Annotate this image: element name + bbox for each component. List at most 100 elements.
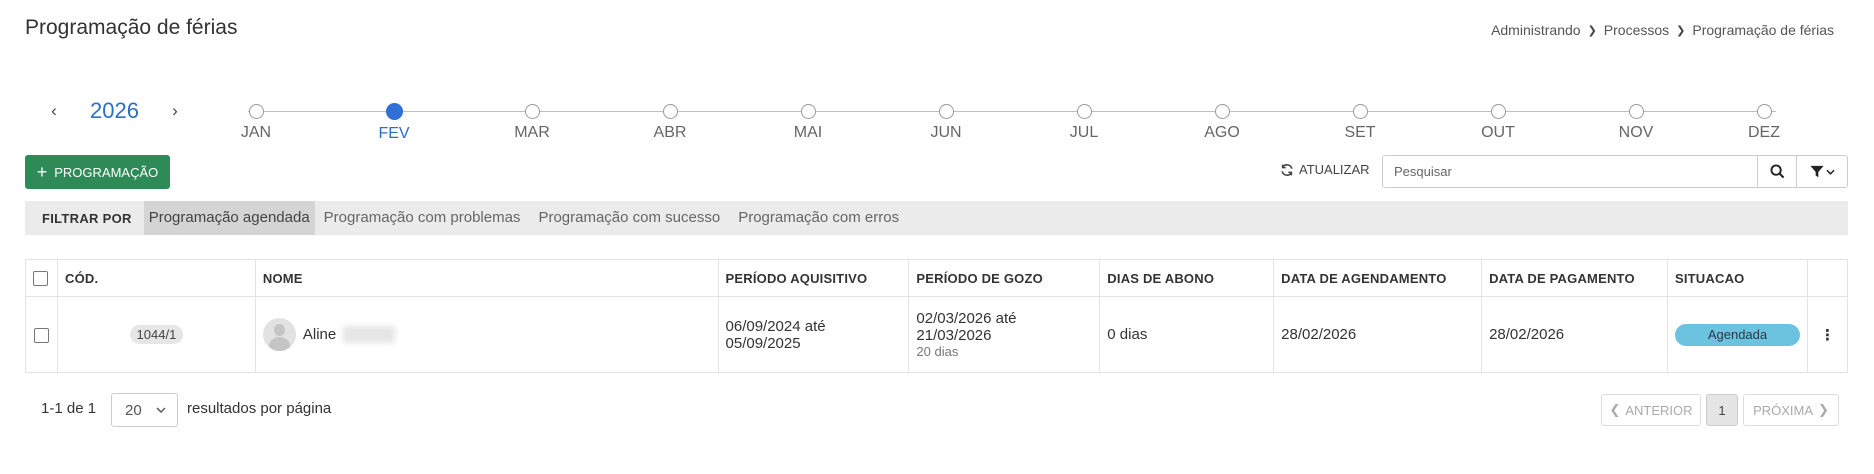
next-page-button[interactable]: PRÓXIMA ❯: [1743, 394, 1839, 426]
table-header-row: CÓD. NOME PERÍODO AQUISITIVO PERÍODO DE …: [25, 259, 1849, 297]
select-all-header: [25, 259, 58, 297]
month-jun[interactable]: JUN: [916, 104, 976, 142]
month-label: ABR: [653, 124, 687, 141]
month-dot: [248, 104, 264, 119]
column-header-name[interactable]: NOME: [254, 259, 719, 297]
year-navigator: ‹ 2026 ›: [40, 98, 189, 124]
search-icon: [1769, 164, 1784, 179]
breadcrumb-item[interactable]: Administrando: [1491, 22, 1581, 38]
month-label: JUL: [1069, 124, 1099, 141]
add-programacao-label: PROGRAMAÇÃO: [54, 164, 159, 180]
row-checkbox[interactable]: [34, 327, 49, 343]
filter-chip-problemas[interactable]: Programação com problemas: [315, 201, 530, 235]
month-fev[interactable]: FEV: [364, 103, 424, 143]
month-label: AGO: [1204, 124, 1240, 141]
month-dot: [1756, 104, 1772, 119]
month-jan[interactable]: JAN: [226, 104, 286, 142]
chevron-right-icon: ❯: [1818, 402, 1829, 417]
chevron-left-icon: ❮: [1609, 402, 1621, 417]
month-label: DEZ: [1748, 124, 1780, 141]
per-page-select[interactable]: 20: [111, 393, 178, 427]
redacted-surname: [343, 326, 396, 343]
column-header-status[interactable]: SITUACAO: [1666, 259, 1808, 297]
month-dot: [385, 103, 403, 120]
column-header-bonus-days[interactable]: DIAS DE ABONO: [1099, 259, 1275, 297]
month-dot: [938, 104, 954, 119]
column-header-schedule-date[interactable]: DATA DE AGENDAMENTO: [1273, 259, 1483, 297]
refresh-button[interactable]: ATUALIZAR: [1280, 162, 1370, 177]
breadcrumb-item[interactable]: Processos: [1604, 22, 1669, 38]
month-label: JUN: [930, 124, 962, 141]
month-ago[interactable]: AGO: [1192, 104, 1252, 142]
month-abr[interactable]: ABR: [640, 104, 700, 142]
month-label: FEV: [378, 125, 410, 142]
month-dot: [1628, 104, 1644, 119]
chevron-right-icon: ❯: [1587, 24, 1597, 37]
column-header-code[interactable]: CÓD.: [57, 259, 256, 297]
select-all-checkbox[interactable]: [33, 271, 48, 287]
current-page-button[interactable]: 1: [1706, 394, 1738, 426]
acquisition-start: 06/09/2024 até: [725, 317, 826, 335]
month-dez[interactable]: DEZ: [1734, 104, 1794, 142]
month-nov[interactable]: NOV: [1606, 104, 1666, 142]
refresh-icon: [1281, 163, 1293, 176]
month-label: MAR: [514, 124, 550, 141]
month-timeline: JAN FEV MAR ABR MAI JUN JUL AGO SET OUT …: [241, 103, 1780, 144]
chevron-down-icon: [156, 407, 166, 413]
year-label: 2026: [90, 98, 139, 123]
breadcrumb: Administrando ❯ Processos ❯ Programação …: [1491, 22, 1834, 38]
timeline-line: [248, 111, 1776, 112]
table-row[interactable]: 1044/1 Aline 06/09/2024 até 05/09/2025 0…: [25, 296, 1849, 373]
month-label: JAN: [240, 124, 272, 141]
plus-icon: +: [36, 162, 48, 182]
previous-page-button[interactable]: ❮ ANTERIOR: [1601, 394, 1701, 426]
next-label: PRÓXIMA: [1753, 402, 1814, 418]
month-label: OUT: [1481, 124, 1515, 141]
column-header-payment-date[interactable]: DATA DE PAGAMENTO: [1481, 259, 1668, 297]
employee-name: Aline: [302, 326, 337, 343]
chevron-right-icon: ❯: [1676, 24, 1686, 37]
month-dot: [800, 104, 816, 119]
filter-chip-erros[interactable]: Programação com erros: [729, 201, 908, 235]
filter-icon: [1809, 165, 1824, 178]
results-range: 1-1 de 1: [41, 400, 97, 417]
chevron-left-icon[interactable]: ‹: [40, 101, 68, 121]
filter-chip-agendada[interactable]: Programação agendada: [143, 201, 315, 235]
row-actions-icon[interactable]: ⋮: [1806, 296, 1849, 373]
row-select-cell: [25, 296, 58, 373]
filter-dropdown-button[interactable]: [1796, 156, 1847, 187]
add-programacao-button[interactable]: + PROGRAMAÇÃO: [25, 155, 170, 189]
per-page-label: resultados por página: [187, 400, 332, 417]
chevron-down-icon: [1825, 169, 1835, 175]
per-page-value: 20: [125, 401, 142, 419]
month-label: MAI: [793, 124, 823, 141]
search-input[interactable]: [1383, 156, 1757, 187]
month-out[interactable]: OUT: [1468, 104, 1528, 142]
enjoyment-cell: 02/03/2026 até 21/03/2026 20 dias: [908, 296, 1101, 373]
column-header-acquisition[interactable]: PERÍODO AQUISITIVO: [717, 259, 910, 297]
month-dot: [1076, 104, 1092, 119]
column-header-enjoyment[interactable]: PERÍODO DE GOZO: [908, 259, 1101, 297]
month-mar[interactable]: MAR: [502, 104, 562, 142]
search-box: [1382, 155, 1848, 188]
chevron-right-icon[interactable]: ›: [161, 101, 189, 121]
schedule-date-cell: 28/02/2026: [1273, 296, 1483, 373]
column-header-actions: [1806, 259, 1849, 297]
month-dot: [1490, 104, 1506, 119]
filter-bar: FILTRAR POR Programação agendada Program…: [25, 201, 1848, 235]
month-dot: [1214, 104, 1230, 119]
month-mai[interactable]: MAI: [778, 104, 838, 142]
vacation-table: CÓD. NOME PERÍODO AQUISITIVO PERÍODO DE …: [25, 259, 1849, 373]
month-jul[interactable]: JUL: [1054, 104, 1114, 142]
month-set[interactable]: SET: [1330, 104, 1390, 142]
name-cell: Aline: [254, 296, 719, 373]
month-dot: [1352, 104, 1368, 119]
enjoyment-start: 02/03/2026 até: [916, 310, 1017, 327]
refresh-label: ATUALIZAR: [1299, 162, 1370, 177]
month-label: SET: [1344, 124, 1376, 141]
month-dot: [662, 104, 678, 119]
filter-chip-sucesso[interactable]: Programação com sucesso: [529, 201, 729, 235]
status-cell: Agendada: [1666, 296, 1808, 373]
page-title: Programação de férias: [25, 16, 238, 39]
search-button[interactable]: [1757, 156, 1796, 187]
